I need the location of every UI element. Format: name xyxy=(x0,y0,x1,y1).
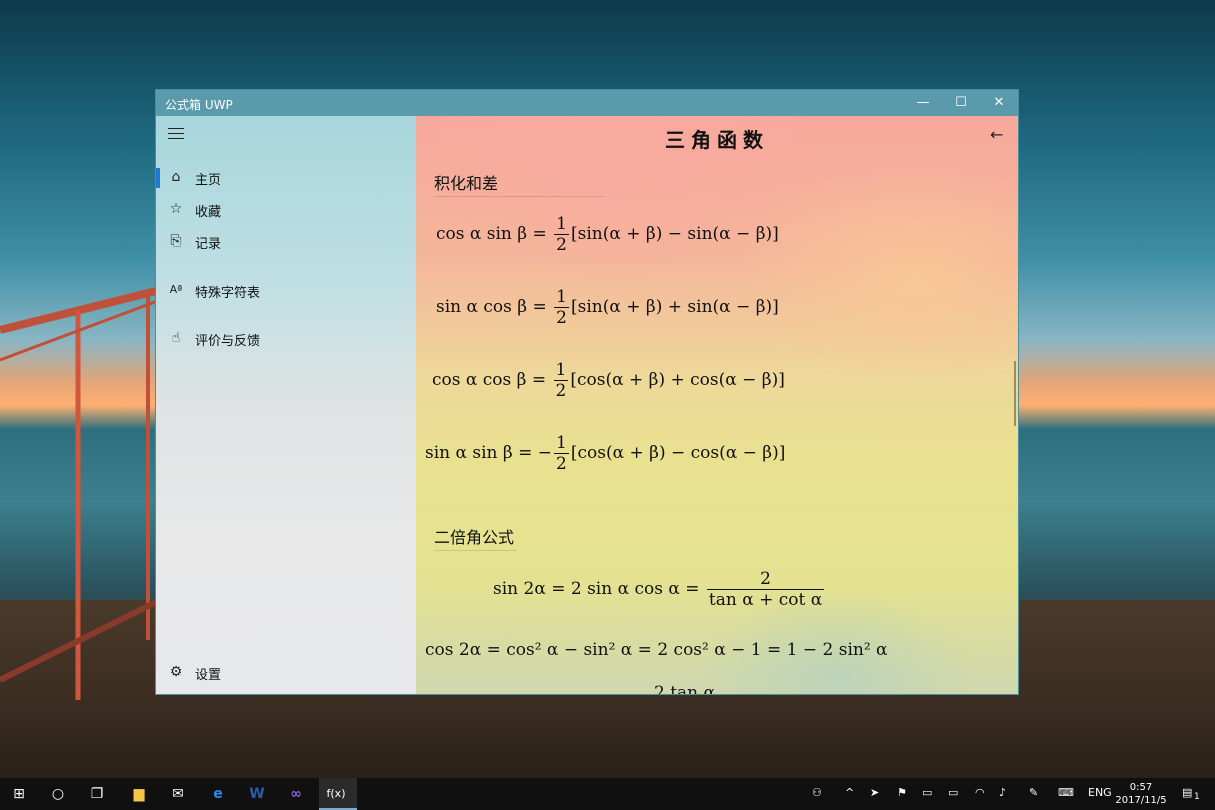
nav-item-feedback[interactable]: ☝ 评价与反馈 xyxy=(156,323,416,355)
formula[interactable]: 2 tan α xyxy=(654,683,715,694)
section-title: 二倍角公式 xyxy=(434,528,515,547)
section-divider xyxy=(434,196,604,197)
formula-box-taskbar-button[interactable]: f(x) xyxy=(319,778,357,810)
maximize-button[interactable]: ☐ xyxy=(942,90,980,116)
nav-item-label: 主页 xyxy=(195,173,222,188)
notification-icon[interactable]: ▤ xyxy=(1182,786,1192,799)
nav-item-history[interactable]: ⎘ 记录 xyxy=(156,226,416,258)
formula[interactable]: cos 2α = cos² α − sin² α = 2 cos² α − 1 … xyxy=(425,640,888,660)
clock-time: 0:57 xyxy=(1129,782,1153,793)
clock[interactable]: 0:57 2017/11/5 xyxy=(1111,781,1171,807)
search-circle-icon[interactable]: ○ xyxy=(48,784,68,804)
title-bar[interactable]: 公式箱 UWP — ☐ ✕ xyxy=(156,90,1018,116)
nav-item-favorites[interactable]: ☆ 收藏 xyxy=(156,194,416,226)
edge-browser-icon[interactable]: e xyxy=(206,784,230,804)
formula[interactable]: cos α cos β = 1 2 [cos(α + β) + cos(α − β)… xyxy=(432,360,785,401)
back-arrow-icon[interactable]: ← xyxy=(990,125,1003,144)
nav-item-label: 特殊字符表 xyxy=(195,286,261,301)
thumbs-up-icon: ☝ xyxy=(171,330,181,346)
nav-item-settings[interactable]: ⚙ 设置 xyxy=(156,657,416,689)
visual-studio-icon[interactable]: ∞ xyxy=(284,784,308,804)
nav-item-label: 收藏 xyxy=(195,205,222,220)
formula[interactable]: sin 2α = 2 sin α cos α = 2 tan α + cot α xyxy=(493,569,826,610)
language-indicator[interactable]: ENG xyxy=(1088,786,1112,799)
pin-icon[interactable]: ⚑ xyxy=(897,786,907,799)
pen-icon[interactable]: ✎ xyxy=(1029,786,1038,799)
wifi-icon[interactable]: ◠ xyxy=(975,786,985,799)
page-title: 三角函数 xyxy=(665,128,769,152)
start-windows-icon[interactable]: ⊞ xyxy=(9,784,29,804)
gear-icon: ⚙ xyxy=(169,664,183,680)
task-view-icon[interactable]: ❐ xyxy=(87,784,107,804)
file-explorer-icon[interactable]: ▆ xyxy=(127,784,151,804)
people-icon[interactable]: ⚇ xyxy=(812,786,822,799)
keyboard-icon[interactable]: ⌨ xyxy=(1058,786,1074,799)
formula[interactable]: cos α sin β = 1 2 [sin(α + β) − sin(α − β)… xyxy=(436,214,779,255)
special-chars-icon: Aª xyxy=(169,283,183,296)
send-icon[interactable]: ➤ xyxy=(870,786,879,799)
taskbar: ⊞ ○ ❐ ▆ ✉ e W ∞ f(x) ⚇ ^ ➤ ⚑ ▭ ▭ ◠ ♪ ✎ ⌨… xyxy=(0,778,1215,810)
section-divider xyxy=(434,550,516,551)
battery-icon[interactable]: ▭ xyxy=(948,786,958,799)
mail-icon[interactable]: ✉ xyxy=(166,784,190,804)
nav-item-special-chars[interactable]: Aª 特殊字符表 xyxy=(156,275,416,307)
hamburger-menu-icon[interactable] xyxy=(168,128,184,140)
window-title: 公式箱 UWP xyxy=(165,98,233,112)
nav-item-label: 记录 xyxy=(195,237,222,252)
clock-date: 2017/11/5 xyxy=(1115,795,1167,806)
star-icon: ☆ xyxy=(169,201,183,217)
notification-count: 1 xyxy=(1194,792,1200,802)
scrollbar-thumb[interactable] xyxy=(1014,361,1016,426)
navigation-pane: ⌂ 主页 ☆ 收藏 ⎘ 记录 Aª 特殊字符表 ☝ 评价与反馈 ⚙ 设置 xyxy=(156,116,416,694)
close-button[interactable]: ✕ xyxy=(980,90,1018,116)
desktop-bridge-graphic xyxy=(0,286,160,700)
home-icon: ⌂ xyxy=(171,169,181,185)
nav-item-label: 评价与反馈 xyxy=(195,334,261,349)
minimize-button[interactable]: — xyxy=(904,90,942,116)
history-icon: ⎘ xyxy=(170,233,182,249)
word-icon[interactable]: W xyxy=(245,784,269,804)
section-title: 积化和差 xyxy=(434,174,499,193)
formula[interactable]: sin α sin β = −1 2 [cos(α + β) − cos(α − β… xyxy=(425,433,785,474)
formula[interactable]: sin α cos β = 1 2 [sin(α + β) + sin(α − β)… xyxy=(436,287,779,328)
volume-icon[interactable]: ♪ xyxy=(999,786,1006,799)
formula-box-app-icon: f(x) xyxy=(326,787,346,800)
formula-content[interactable]: 三角函数 ← 积化和差 cos α sin β = 1 2 [sin(α + β) … xyxy=(416,116,1018,694)
nav-item-home[interactable]: ⌂ 主页 xyxy=(156,162,416,194)
screen-icon[interactable]: ▭ xyxy=(922,786,932,799)
nav-item-label: 设置 xyxy=(195,668,222,683)
chevron-up-icon[interactable]: ^ xyxy=(845,786,854,799)
app-window: 公式箱 UWP — ☐ ✕ ⌂ 主页 ☆ 收藏 ⎘ 记录 Aª 特殊字符表 ☝ … xyxy=(155,89,1019,695)
